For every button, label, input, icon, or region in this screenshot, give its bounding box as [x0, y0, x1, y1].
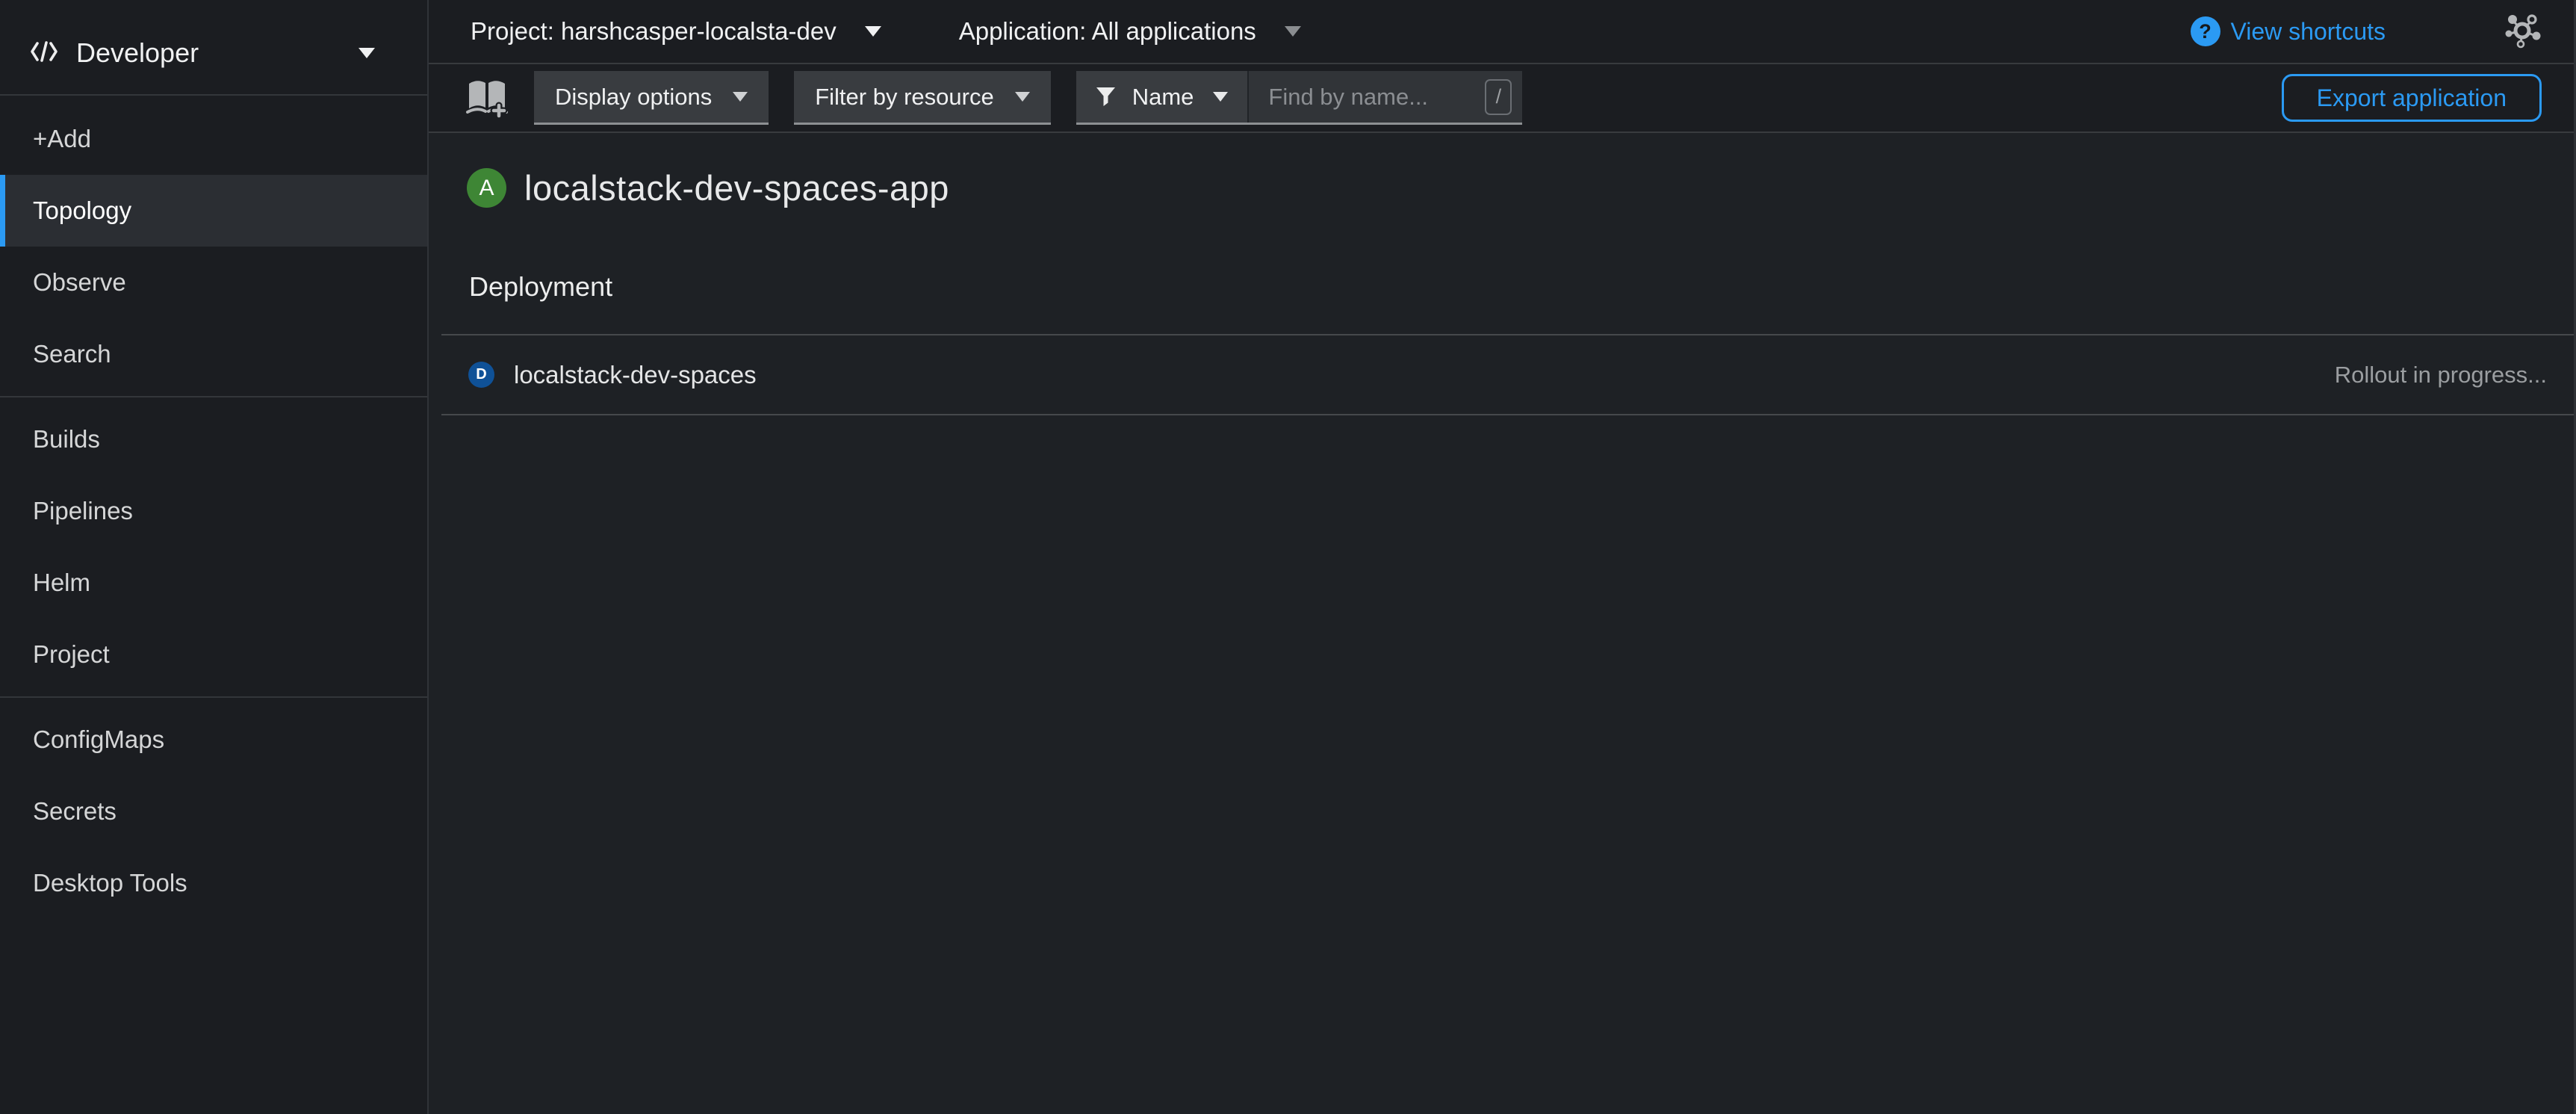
sidebar-divider: [0, 696, 427, 698]
sidebar-item-topology[interactable]: Topology: [0, 175, 427, 247]
sidebar-divider: [0, 396, 427, 397]
application-selector[interactable]: Application: All applications: [959, 17, 1301, 46]
sidebar-nav: +Add Topology Observe Search Builds Pipe…: [0, 96, 427, 919]
sidebar-item-helm[interactable]: Helm: [0, 547, 427, 619]
sidebar-item-project[interactable]: Project: [0, 619, 427, 690]
deployment-badge: D: [468, 362, 494, 388]
chevron-down-icon: [1285, 26, 1301, 37]
application-badge: A: [467, 168, 506, 208]
filter-by-resource-label: Filter by resource: [815, 84, 993, 111]
chevron-down-icon: [1015, 92, 1030, 102]
perspective-switcher[interactable]: Developer: [0, 0, 427, 96]
topology-toolbar: Display options Filter by resource Name …: [429, 64, 2576, 133]
sidebar-item-desktop-tools[interactable]: Desktop Tools: [0, 847, 427, 919]
display-options-dropdown[interactable]: Display options: [534, 71, 769, 125]
find-by-name-input[interactable]: [1249, 71, 1522, 123]
topology-view-icon[interactable]: [2505, 14, 2541, 49]
question-circle-icon: ?: [2191, 16, 2220, 46]
chevron-down-icon: [865, 26, 881, 37]
code-icon: [30, 40, 58, 66]
filter-by-resource-dropdown[interactable]: Filter by resource: [794, 71, 1050, 125]
application-selector-label: Application: All applications: [959, 17, 1256, 46]
resource-row-deployment[interactable]: D localstack-dev-spaces Rollout in progr…: [441, 334, 2576, 415]
masthead: Project: harshcasper-localsta-dev Applic…: [429, 0, 2576, 64]
topology-list-view: A localstack-dev-spaces-app Deployment D…: [429, 134, 2576, 1114]
view-shortcuts-link[interactable]: ? View shortcuts: [2191, 16, 2386, 46]
application-name: localstack-dev-spaces-app: [524, 167, 949, 208]
project-selector-label: Project: harshcasper-localsta-dev: [471, 17, 837, 46]
sidebar-item-secrets[interactable]: Secrets: [0, 776, 427, 847]
sidebar: Developer +Add Topology Observe Search B…: [0, 0, 429, 1114]
find-by-name-wrapper: /: [1249, 71, 1522, 123]
resource-list: D localstack-dev-spaces Rollout in progr…: [441, 334, 2576, 415]
quick-search-icon[interactable]: [465, 77, 509, 119]
name-filter-label: Name: [1132, 84, 1194, 111]
sidebar-item-pipelines[interactable]: Pipelines: [0, 475, 427, 547]
resource-name: localstack-dev-spaces: [514, 361, 757, 389]
chevron-down-icon: [733, 92, 748, 102]
application-group-header: A localstack-dev-spaces-app: [467, 167, 2576, 208]
resource-status: Rollout in progress...: [2335, 362, 2547, 389]
project-selector[interactable]: Project: harshcasper-localsta-dev: [471, 17, 881, 46]
sidebar-item-configmaps[interactable]: ConfigMaps: [0, 704, 427, 776]
name-filter-dropdown[interactable]: Name: [1076, 71, 1250, 123]
perspective-label: Developer: [76, 37, 199, 69]
chevron-down-icon: [359, 48, 375, 58]
sidebar-item-add[interactable]: +Add: [0, 103, 427, 175]
sidebar-item-observe[interactable]: Observe: [0, 247, 427, 318]
resource-section-heading: Deployment: [469, 271, 2576, 303]
export-application-button[interactable]: Export application: [2282, 74, 2542, 122]
sidebar-item-search[interactable]: Search: [0, 318, 427, 390]
filter-icon: [1096, 87, 1116, 107]
chevron-down-icon: [1213, 92, 1228, 102]
view-shortcuts-label: View shortcuts: [2231, 18, 2386, 46]
name-filter-group: Name /: [1076, 71, 1523, 125]
keyboard-shortcut-hint: /: [1485, 79, 1512, 115]
sidebar-item-builds[interactable]: Builds: [0, 403, 427, 475]
display-options-label: Display options: [555, 84, 712, 111]
